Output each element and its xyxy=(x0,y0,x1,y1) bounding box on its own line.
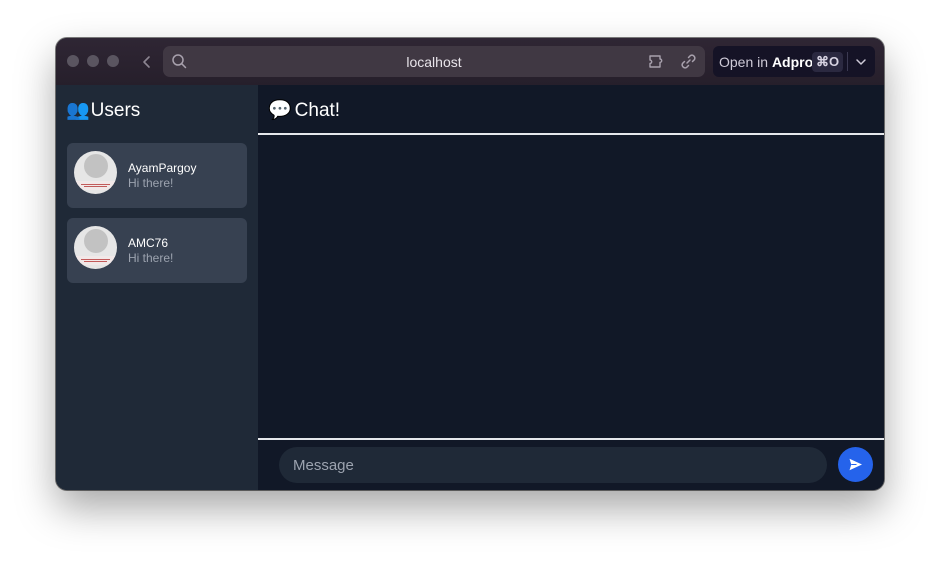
users-emoji-icon: 👥 xyxy=(66,100,90,121)
chat-heading: 💬 Chat! xyxy=(268,98,340,122)
speech-bubble-icon: 💬 xyxy=(268,100,292,121)
open-in-app-button[interactable]: Open in Adpro ⌘O xyxy=(713,46,875,77)
user-name: AMC76 xyxy=(128,236,169,250)
avatar xyxy=(74,151,117,194)
send-icon xyxy=(849,458,862,471)
shortcut-badge: ⌘O xyxy=(812,52,844,72)
user-card[interactable]: AMC76 Hi there! xyxy=(67,218,247,283)
user-last-message: Hi there! xyxy=(128,176,174,190)
chat-panel: 💬 Chat! xyxy=(258,85,884,490)
message-input[interactable] xyxy=(279,447,827,483)
message-list[interactable] xyxy=(258,135,884,438)
open-in-prefix: Open in xyxy=(719,54,769,70)
browser-titlebar: localhost Open in Adpro ⌘O xyxy=(56,38,884,85)
users-title: Users xyxy=(90,100,141,121)
users-sidebar: 👥Users AyamPargoy Hi there! AMC76 Hi the… xyxy=(56,85,258,490)
chevron-down-icon[interactable] xyxy=(854,55,868,72)
send-button[interactable] xyxy=(838,447,873,482)
link-icon[interactable] xyxy=(679,52,698,76)
browser-window: localhost Open in Adpro ⌘O 👥Users AyamPa… xyxy=(56,38,884,490)
back-button[interactable] xyxy=(136,51,158,73)
composer-divider xyxy=(258,438,884,440)
chevron-left-icon xyxy=(143,56,150,68)
url-text: localhost xyxy=(406,54,462,70)
user-card[interactable]: AyamPargoy Hi there! xyxy=(67,143,247,208)
users-heading: 👥Users xyxy=(66,98,140,122)
extension-icon[interactable] xyxy=(647,52,667,76)
user-last-message: Hi there! xyxy=(128,251,174,265)
address-bar[interactable]: localhost xyxy=(163,46,705,77)
open-in-divider xyxy=(847,52,848,71)
open-in-app-name: Adpro xyxy=(771,54,814,70)
open-in-label: Open in Adpro xyxy=(719,54,813,70)
avatar xyxy=(74,226,117,269)
user-name: AyamPargoy xyxy=(128,161,197,175)
zoom-window-button[interactable] xyxy=(107,55,119,67)
close-window-button[interactable] xyxy=(67,55,79,67)
minimize-window-button[interactable] xyxy=(87,55,99,67)
chat-title: Chat! xyxy=(294,100,341,121)
